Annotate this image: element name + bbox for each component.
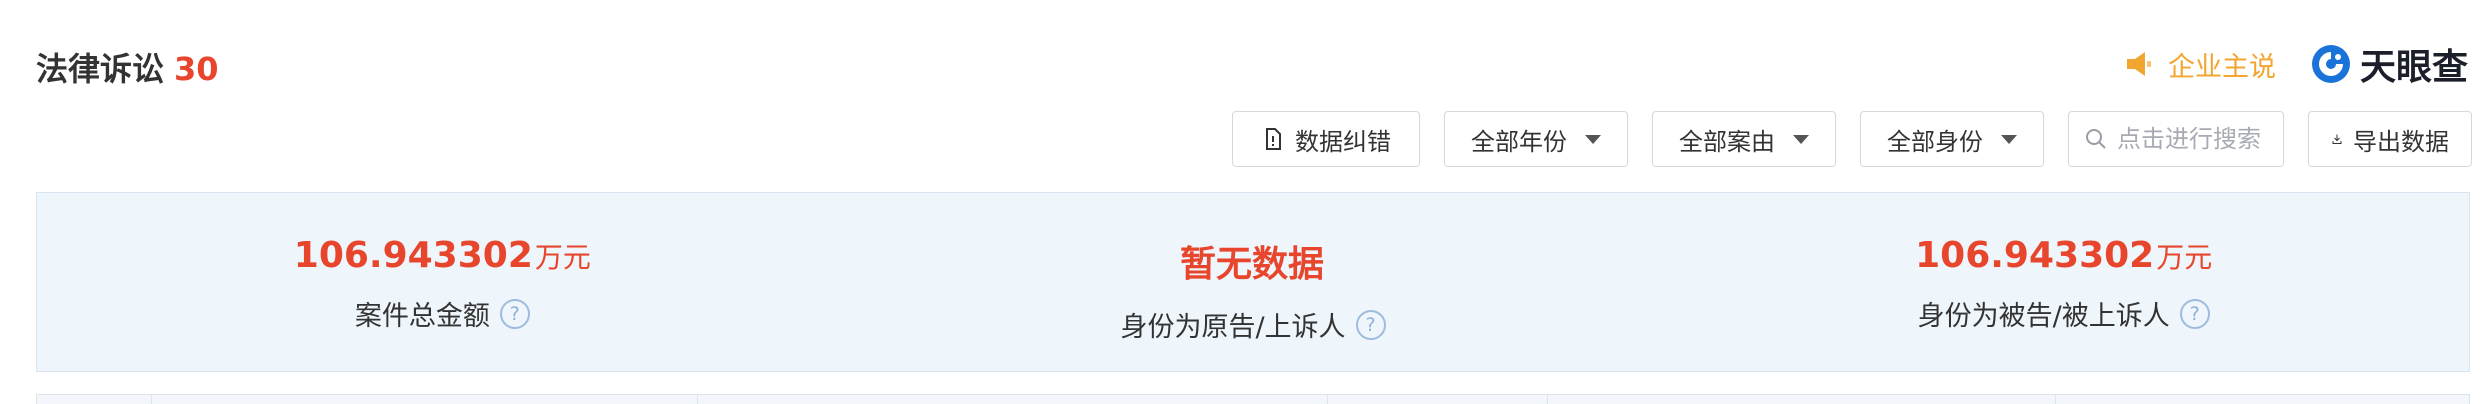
help-icon[interactable]: ? [499, 298, 530, 329]
stat-label: 身份为原告/上诉人 ? [1120, 305, 1386, 344]
brand-logo[interactable]: 天眼查 [2310, 38, 2468, 90]
cause-filter-dropdown[interactable]: 全部案由 [1652, 111, 1836, 167]
stat-value: 106.943302万元 [1915, 235, 2212, 276]
stat-defendant: 106.943302万元 身份为被告/被上诉人 ? [1658, 193, 2469, 371]
enterprise-says-link[interactable]: 企业主说 [2124, 45, 2276, 84]
toolbar: 数据纠错 全部年份 全部案由 全部身份 导出数据 [1232, 111, 2472, 167]
data-correction-button[interactable]: 数据纠错 [1232, 111, 1420, 167]
summary-panel: 106.943302万元 案件总金额 ? 暂无数据 身份为原告/上诉人 ? 10… [36, 192, 2470, 372]
download-icon [2332, 134, 2342, 144]
search-icon [2086, 129, 2106, 149]
stat-label: 身份为被告/被上诉人 ? [1918, 294, 2210, 333]
stat-total-amount: 106.943302万元 案件总金额 ? [37, 193, 848, 371]
plaintiff-value: 暂无数据 [1180, 244, 1325, 285]
role-filter-dropdown[interactable]: 全部身份 [1860, 111, 2044, 167]
total-amount-value: 106.943302 [293, 235, 533, 276]
defendant-label: 身份为被告/被上诉人 [1917, 301, 2170, 332]
plaintiff-label: 身份为原告/上诉人 [1120, 312, 1346, 343]
year-filter-label: 全部年份 [1471, 127, 1567, 156]
cause-filter-label: 全部案由 [1679, 127, 1775, 156]
stat-plaintiff: 暂无数据 身份为原告/上诉人 ? [848, 193, 1659, 371]
column-divider [1547, 395, 1548, 404]
legal-litigation-section: 法律诉讼 30 企业主说 天眼查 数据纠错 全部年份 全部案由 全部身份 点击进… [0, 0, 2480, 404]
enterprise-says-label: 企业主说 [2167, 51, 2276, 83]
brand-name: 天眼查 [2359, 47, 2468, 88]
section-title: 法律诉讼 30 [36, 44, 219, 90]
document-icon [1266, 128, 1281, 150]
search-box [2068, 111, 2284, 167]
top-right-area: 企业主说 天眼查 [2124, 38, 2468, 90]
caret-down-icon [2001, 134, 2017, 144]
caret-down-icon [1585, 134, 1601, 144]
defendant-unit: 万元 [2156, 241, 2213, 274]
role-filter-label: 全部身份 [1887, 127, 1983, 156]
column-divider [697, 395, 698, 404]
year-filter-dropdown[interactable]: 全部年份 [1444, 111, 1628, 167]
help-icon[interactable]: ? [1355, 309, 1386, 340]
stat-value: 暂无数据 [1180, 235, 1326, 287]
column-divider [2055, 395, 2056, 404]
total-amount-label: 案件总金额 [354, 301, 490, 332]
stat-value: 106.943302万元 [294, 235, 591, 276]
total-amount-unit: 万元 [534, 241, 591, 274]
column-divider [151, 395, 152, 404]
speaker-icon [2126, 52, 2151, 76]
section-title-text: 法律诉讼 [36, 50, 165, 88]
export-data-button[interactable]: 导出数据 [2308, 111, 2472, 167]
stat-label: 案件总金额 ? [355, 294, 530, 333]
help-icon[interactable]: ? [2179, 298, 2210, 329]
defendant-value: 106.943302 [1915, 235, 2155, 276]
case-count: 30 [174, 50, 219, 88]
export-data-label: 导出数据 [2353, 127, 2449, 156]
data-correction-label: 数据纠错 [1295, 127, 1391, 156]
search-input[interactable] [2117, 125, 2267, 153]
table-header [36, 394, 2470, 404]
caret-down-icon [1793, 134, 1809, 144]
column-divider [1327, 395, 1328, 404]
tianyancha-logo-icon [2311, 45, 2350, 83]
